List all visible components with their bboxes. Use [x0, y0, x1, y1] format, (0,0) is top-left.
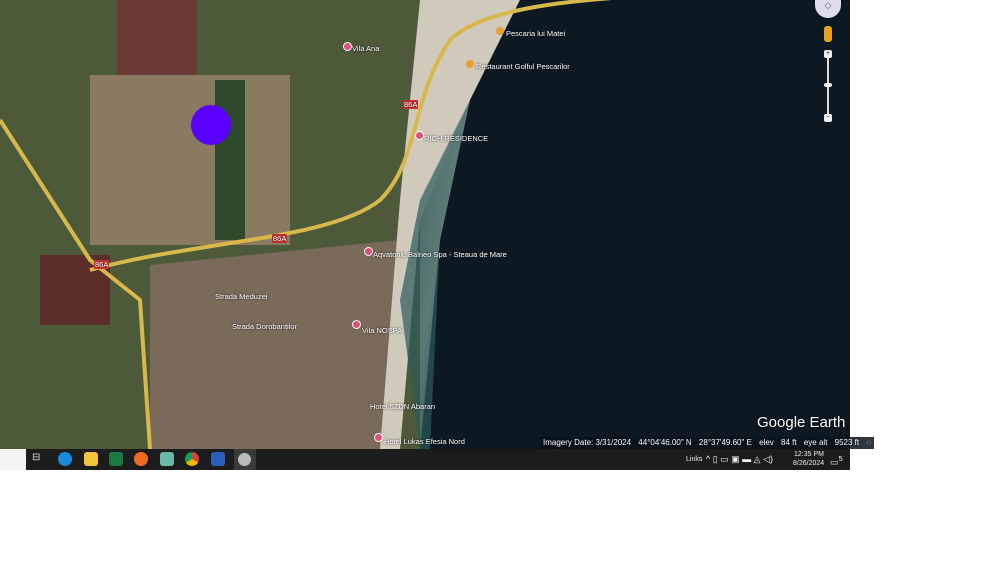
clock-time[interactable]: 12:35 PM [794, 451, 824, 458]
eye-alt-label: eye alt [803, 438, 828, 447]
file-explorer-icon[interactable] [84, 452, 98, 466]
hotel-pin-icon[interactable] [352, 320, 361, 329]
eye-altitude: 9523 ft [834, 438, 860, 447]
field [90, 75, 290, 245]
firefox-icon[interactable] [134, 452, 148, 466]
map-view[interactable]: Pescaria lui Matei Restaurant Golful Pes… [0, 0, 850, 449]
map-imagery [0, 0, 850, 449]
highlight-marker [191, 105, 231, 145]
zoom-out-button[interactable]: − [824, 114, 832, 122]
latitude: 44°04'46.00" N [638, 438, 692, 447]
loading-icon: ◌ [866, 438, 872, 447]
hotel-pin-icon[interactable] [415, 131, 424, 140]
tray-icons[interactable]: ^ ▯ ▭ ▣ ▬ ◬ ◁) [706, 454, 773, 465]
notifications-icon[interactable]: ▭5 [830, 454, 843, 468]
hotel-pin-icon[interactable] [364, 247, 373, 256]
street-label: Strada Dorobanților [232, 322, 298, 331]
task-view-icon[interactable]: ⊟ [32, 452, 46, 466]
chrome-icon[interactable] [185, 452, 199, 466]
restaurant-pin-icon[interactable] [466, 60, 474, 68]
excel-icon[interactable] [109, 452, 123, 466]
field [215, 80, 245, 240]
elev-label: elev [759, 438, 774, 447]
road-shield: 86A [403, 100, 419, 109]
street-label: Strada Meduzei [215, 292, 268, 301]
place-label[interactable]: Vila Ana [352, 44, 379, 53]
zoom-track[interactable] [827, 58, 829, 116]
taskbar: ⊟ Links ^ ▯ ▭ ▣ ▬ ◬ ◁) 12:35 PM 8/26/202… [0, 449, 850, 470]
status-bar: Imagery Date: 3/31/2024 44°04'46.00" N 2… [540, 437, 875, 449]
hotel-pin-icon[interactable] [343, 42, 352, 51]
place-label[interactable]: Pescaria lui Matei [506, 29, 565, 38]
zoom-in-button[interactable]: + [824, 50, 832, 58]
app-icon[interactable] [160, 452, 174, 466]
clock-date[interactable]: 8/26/2024 [793, 460, 824, 467]
zoom-slider[interactable]: + − [824, 50, 832, 124]
google-earth-taskbar-button[interactable] [234, 449, 256, 470]
place-label[interactable]: Aqvatonic Balneo Spa - Steaua de Mare [373, 250, 507, 259]
edge-icon[interactable] [58, 452, 72, 466]
elevation: 84 ft [781, 438, 797, 447]
place-label[interactable]: Vila NOSPA [362, 326, 402, 335]
word-icon[interactable] [211, 452, 225, 466]
street-view-pegman-icon[interactable] [824, 26, 832, 42]
hotel-pin-icon[interactable] [374, 433, 383, 442]
town [150, 240, 400, 449]
place-label[interactable]: Restaurant Golful Pescarilor [476, 62, 570, 71]
search-area[interactable] [0, 449, 26, 470]
links-toolbar[interactable]: Links [686, 456, 702, 463]
place-label[interactable]: RICH RESIDENCE [424, 134, 488, 143]
road-shield: 86A [94, 260, 110, 269]
restaurant-pin-icon[interactable] [496, 27, 504, 35]
place-label[interactable]: Hotel Lukas Efesia Nord [384, 437, 465, 446]
notification-count: 5 [838, 454, 843, 463]
place-label[interactable]: Hotel 5ZDN Abaran [370, 402, 435, 411]
zoom-thumb[interactable] [824, 83, 832, 87]
longitude: 28°37'49.60" E [698, 438, 752, 447]
road-shield: 86A [272, 234, 288, 243]
imagery-date: Imagery Date: 3/31/2024 [543, 438, 632, 447]
google-earth-logo: Google Earth [757, 414, 846, 431]
field [117, 0, 197, 75]
